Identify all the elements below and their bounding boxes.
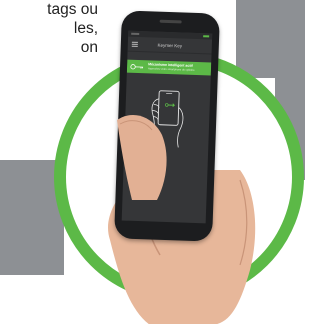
- key-icon: [130, 63, 144, 69]
- hamburger-menu-icon[interactable]: [131, 41, 138, 47]
- battery-icon: [203, 35, 210, 38]
- speaker-grille: [159, 19, 182, 24]
- carrier-indicator: [131, 32, 140, 35]
- banner-subtitle: Approchez votre smartphone du cylindre: [147, 66, 195, 72]
- marketing-text-line-1: tags ou: [47, 1, 98, 18]
- marketing-text-line-2: les,: [73, 20, 98, 37]
- app-header: Keymer Key: [127, 36, 213, 55]
- promo-image: tags ou les, on Keymer Key Mécanisme int…: [0, 0, 305, 324]
- marketing-text: tags ou les, on: [0, 0, 98, 57]
- app-title: Keymer Key: [157, 42, 183, 48]
- thumb-illustration: [117, 115, 167, 200]
- marketing-text-line-3: on: [80, 39, 98, 56]
- status-banner[interactable]: Mécanisme intelligent actif Approchez vo…: [126, 59, 212, 76]
